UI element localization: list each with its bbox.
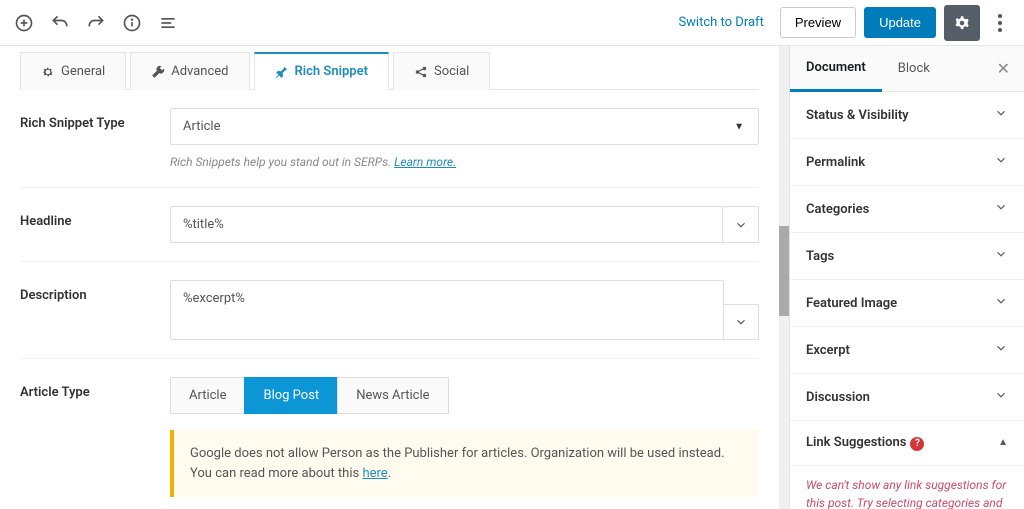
chevron-down-icon [734,315,748,329]
panel-discussion[interactable]: Discussion [790,374,1024,421]
link-suggestions-body: We can't show any link suggestions for t… [790,466,1024,509]
outline-icon[interactable] [156,11,180,35]
snippet-type-help: Rich Snippets help you stand out in SERP… [170,155,759,169]
tab-social[interactable]: Social [393,52,490,90]
chevron-down-icon [994,341,1008,359]
switch-to-draft-link[interactable]: Switch to Draft [678,15,763,30]
article-type-news[interactable]: News Article [337,377,448,414]
scrollbar-thumb[interactable] [779,226,789,316]
headline-expand-button[interactable] [723,206,759,243]
tab-social-label: Social [434,64,469,79]
editor-top-toolbar: Switch to Draft Preview Update [0,0,1024,46]
description-label: Description [20,280,170,303]
row-article-type: Article Type Article Blog Post News Arti… [20,359,759,509]
panel-tags[interactable]: Tags [790,233,1024,280]
snippet-type-select[interactable]: Article ▼ [170,108,759,145]
panel-categories[interactable]: Categories [790,186,1024,233]
description-textarea[interactable]: %excerpt% [170,280,724,340]
main-wrap: General Advanced Rich Snippet Social Ric… [0,46,1024,509]
headline-label: Headline [20,206,170,229]
gear-icon [41,65,55,79]
editor-sidebar: Document Block ✕ Status & Visibility Per… [789,46,1024,509]
toolbar-left-group [12,11,180,35]
chevron-down-icon [994,388,1008,406]
description-expand-button[interactable] [723,304,759,340]
tab-advanced-label: Advanced [171,64,228,79]
chevron-down-icon [994,294,1008,312]
row-headline: Headline %title% [20,188,759,262]
chevron-up-icon: ▲ [998,437,1008,448]
tab-general[interactable]: General [20,52,126,90]
sidebar-tabs: Document Block ✕ [790,46,1024,92]
chevron-down-icon [994,153,1008,171]
preview-button[interactable]: Preview [780,7,856,38]
row-description: Description %excerpt% [20,262,759,359]
content-scrollbar[interactable] [779,46,789,509]
content-column: General Advanced Rich Snippet Social Ric… [0,46,779,509]
chevron-down-icon [734,218,748,232]
headline-input[interactable]: %title% [170,206,723,243]
sidebar-panels: Status & Visibility Permalink Categories… [790,92,1024,509]
article-type-blog-post[interactable]: Blog Post [244,377,338,414]
pin-icon [275,65,289,79]
panel-excerpt[interactable]: Excerpt [790,327,1024,374]
help-icon[interactable]: ? [910,437,924,451]
panel-status-visibility[interactable]: Status & Visibility [790,92,1024,139]
panel-featured-image[interactable]: Featured Image [790,280,1024,327]
info-icon[interactable] [120,11,144,35]
rankmath-tabs: General Advanced Rich Snippet Social [20,52,759,90]
chevron-down-icon [994,106,1008,124]
row-snippet-type: Rich Snippet Type Article ▼ Rich Snippet… [20,90,759,188]
more-menu-icon[interactable] [988,5,1012,41]
add-block-icon[interactable] [12,11,36,35]
caret-down-icon: ▼ [734,121,744,132]
tab-rich-snippet-label: Rich Snippet [295,64,368,79]
share-icon [414,65,428,79]
panel-link-suggestions[interactable]: Link Suggestions?▲ [790,421,1024,466]
sidebar-close-icon[interactable]: ✕ [983,59,1024,78]
chevron-down-icon [994,247,1008,265]
toolbar-right-group: Switch to Draft Preview Update [678,5,1012,41]
undo-icon[interactable] [48,11,72,35]
article-type-group: Article Blog Post News Article [170,377,759,414]
update-button[interactable]: Update [864,7,936,38]
warning-here-link[interactable]: here [362,466,387,481]
tab-rich-snippet[interactable]: Rich Snippet [254,52,389,90]
panel-permalink[interactable]: Permalink [790,139,1024,186]
sidebar-tab-document[interactable]: Document [790,46,882,92]
chevron-down-icon [994,200,1008,218]
tab-general-label: General [61,64,105,79]
wrench-icon [151,65,165,79]
redo-icon[interactable] [84,11,108,35]
tab-advanced[interactable]: Advanced [130,52,249,90]
learn-more-link[interactable]: Learn more. [394,155,456,169]
publisher-warning: Google does not allow Person as the Publ… [170,430,759,497]
snippet-type-value: Article [183,119,220,134]
snippet-type-label: Rich Snippet Type [20,108,170,131]
article-type-label: Article Type [20,377,170,400]
sidebar-tab-block[interactable]: Block [882,47,946,90]
article-type-article[interactable]: Article [170,377,245,414]
settings-gear-icon[interactable] [944,5,980,41]
